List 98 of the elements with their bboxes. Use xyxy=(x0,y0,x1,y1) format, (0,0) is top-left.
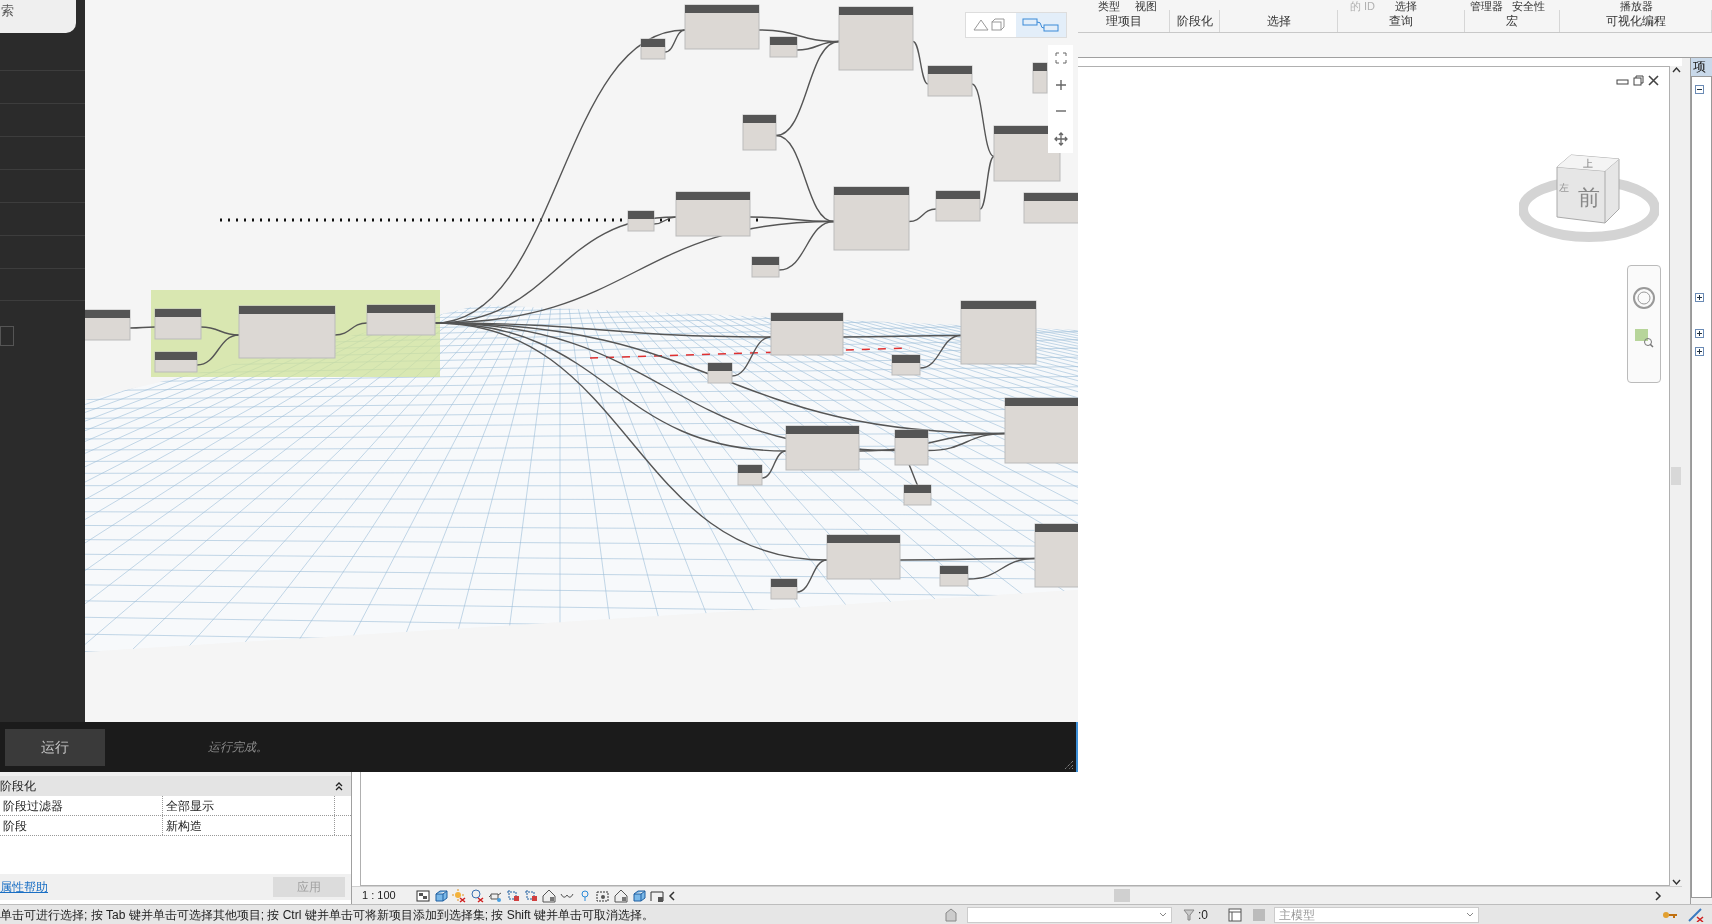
steering-wheel-icon[interactable] xyxy=(1632,286,1656,310)
panel-title: 项 xyxy=(1693,59,1706,74)
collapse-handle[interactable] xyxy=(0,326,14,346)
run-status-message: 运行完成。 xyxy=(208,739,268,756)
graph-node[interactable] xyxy=(833,186,910,251)
ribbon-tab-label[interactable]: 安全性 xyxy=(1512,0,1545,12)
zoom-fit-icon[interactable] xyxy=(1054,52,1067,65)
property-name: 阶段过滤器 xyxy=(0,796,163,815)
checker-icon[interactable] xyxy=(416,888,430,903)
house-icon[interactable] xyxy=(614,888,628,903)
crop-icon[interactable] xyxy=(524,888,538,903)
graph-node[interactable] xyxy=(770,578,798,600)
caret-icon xyxy=(1466,912,1474,917)
zoom-in-icon[interactable] xyxy=(1054,78,1067,91)
ribbon-panel-label: 查询 xyxy=(1389,13,1413,30)
cube-face-label[interactable]: 上 xyxy=(1583,158,1593,169)
graph-node[interactable] xyxy=(707,362,733,384)
expand-node-icon[interactable] xyxy=(1695,329,1704,338)
wire xyxy=(129,326,156,329)
graph-node[interactable] xyxy=(154,308,202,340)
search-field[interactable]: 索 xyxy=(0,0,76,33)
graph-node[interactable] xyxy=(891,354,921,376)
graph-node[interactable] xyxy=(769,36,798,58)
scrollbar-thumb[interactable] xyxy=(1671,467,1681,485)
ribbon-panel-label: 理项目 xyxy=(1105,13,1142,30)
graph-node[interactable] xyxy=(993,125,1061,182)
graph-node[interactable] xyxy=(85,309,131,341)
property-value[interactable]: 全部显示 xyxy=(163,796,335,815)
graph-node[interactable] xyxy=(935,190,981,222)
expand-node-icon[interactable] xyxy=(1695,293,1704,302)
expand-node-icon[interactable] xyxy=(1695,347,1704,356)
graph-canvas[interactable] xyxy=(85,0,1078,722)
graph-node[interactable] xyxy=(627,210,655,232)
graph-node[interactable] xyxy=(1032,62,1048,94)
graph-node[interactable] xyxy=(894,429,929,466)
graph-node[interactable] xyxy=(826,534,901,580)
connected-boxes-icon xyxy=(1022,18,1060,32)
ribbon-tab-label[interactable]: 类型 xyxy=(1098,0,1120,12)
graph-node[interactable] xyxy=(1034,523,1078,588)
property-group-header[interactable]: 阶段化 xyxy=(0,776,351,796)
property-group-label: 阶段化 xyxy=(0,778,36,795)
pan-icon[interactable] xyxy=(1053,131,1068,146)
ribbon-panel-label: 选择 xyxy=(1266,13,1291,30)
table-icon[interactable] xyxy=(1228,907,1242,922)
filter-off-icon[interactable] xyxy=(1688,907,1704,922)
ribbon-panel-label: 可视化编程 xyxy=(1605,13,1666,30)
status-message: 单击可进行选择; 按 Tab 键并单击可选择其他项目; 按 Ctrl 键并单击可将新项目添加到选择集; 按 Shift 键并单击可取消选择。 xyxy=(0,906,656,924)
ribbon-panel-label: 阶段化 xyxy=(1176,13,1213,30)
graph-node[interactable] xyxy=(684,4,760,50)
graph-node[interactable] xyxy=(960,300,1037,365)
graph-node[interactable] xyxy=(742,114,777,151)
cube-icon[interactable] xyxy=(632,888,646,903)
house-icon[interactable] xyxy=(542,888,556,903)
scroll-up-icon[interactable] xyxy=(1671,66,1681,73)
graph-node[interactable] xyxy=(903,484,932,506)
collapse-node-icon[interactable] xyxy=(1695,85,1704,94)
graph-node[interactable] xyxy=(838,6,914,71)
graph-node[interactable] xyxy=(785,425,860,471)
graph-node[interactable] xyxy=(1004,397,1078,464)
cube-icon[interactable] xyxy=(434,888,448,903)
shadow-icon[interactable] xyxy=(470,888,484,903)
ribbon-tab-label[interactable]: 视图 xyxy=(1135,0,1157,12)
scrollbar-thumb[interactable] xyxy=(1114,889,1130,902)
bulb-icon[interactable] xyxy=(578,888,592,903)
zoom-region-icon[interactable] xyxy=(1634,328,1654,348)
graph-node[interactable] xyxy=(154,351,198,373)
run-button[interactable]: 运行 xyxy=(5,728,105,766)
sun-icon[interactable] xyxy=(452,888,466,903)
crop-icon[interactable] xyxy=(506,888,520,903)
graph-node[interactable] xyxy=(770,312,844,356)
property-value[interactable]: 新构造 xyxy=(163,816,335,835)
scroll-down-icon[interactable] xyxy=(1671,879,1681,886)
close-icon[interactable] xyxy=(1648,75,1659,86)
graph-node[interactable] xyxy=(751,256,780,278)
graph-node[interactable] xyxy=(640,38,666,60)
graph-node[interactable] xyxy=(939,565,969,587)
graph-node[interactable] xyxy=(1023,192,1078,224)
wire xyxy=(334,322,368,336)
caret-icon xyxy=(1159,912,1167,917)
wire xyxy=(912,40,929,85)
graph-node[interactable] xyxy=(737,464,763,486)
ribbon-tab-label[interactable]: 管理器 xyxy=(1470,0,1503,12)
scroll-right-icon[interactable] xyxy=(1654,890,1662,901)
properties-help-link[interactable]: 属性帮助 xyxy=(0,878,48,896)
ribbon-tab-label[interactable]: 选择 xyxy=(1395,0,1417,12)
restore-icon[interactable] xyxy=(1633,75,1644,86)
graph-node[interactable] xyxy=(238,305,336,359)
ribbon-tab-label[interactable]: 播放器 xyxy=(1620,0,1653,12)
property-name: 阶段 xyxy=(0,816,163,835)
graph-node[interactable] xyxy=(366,304,436,336)
graph-node[interactable] xyxy=(675,191,751,237)
view-scale[interactable]: 1 : 100 xyxy=(362,887,412,904)
graph-node[interactable] xyxy=(927,65,973,97)
wire xyxy=(908,208,937,223)
collapse-chevron-icon[interactable] xyxy=(335,781,343,791)
ribbon-panel-label: 宏 xyxy=(1506,13,1518,30)
resize-grip-icon[interactable] xyxy=(1064,760,1074,770)
selection-count: :0 xyxy=(1198,906,1209,924)
